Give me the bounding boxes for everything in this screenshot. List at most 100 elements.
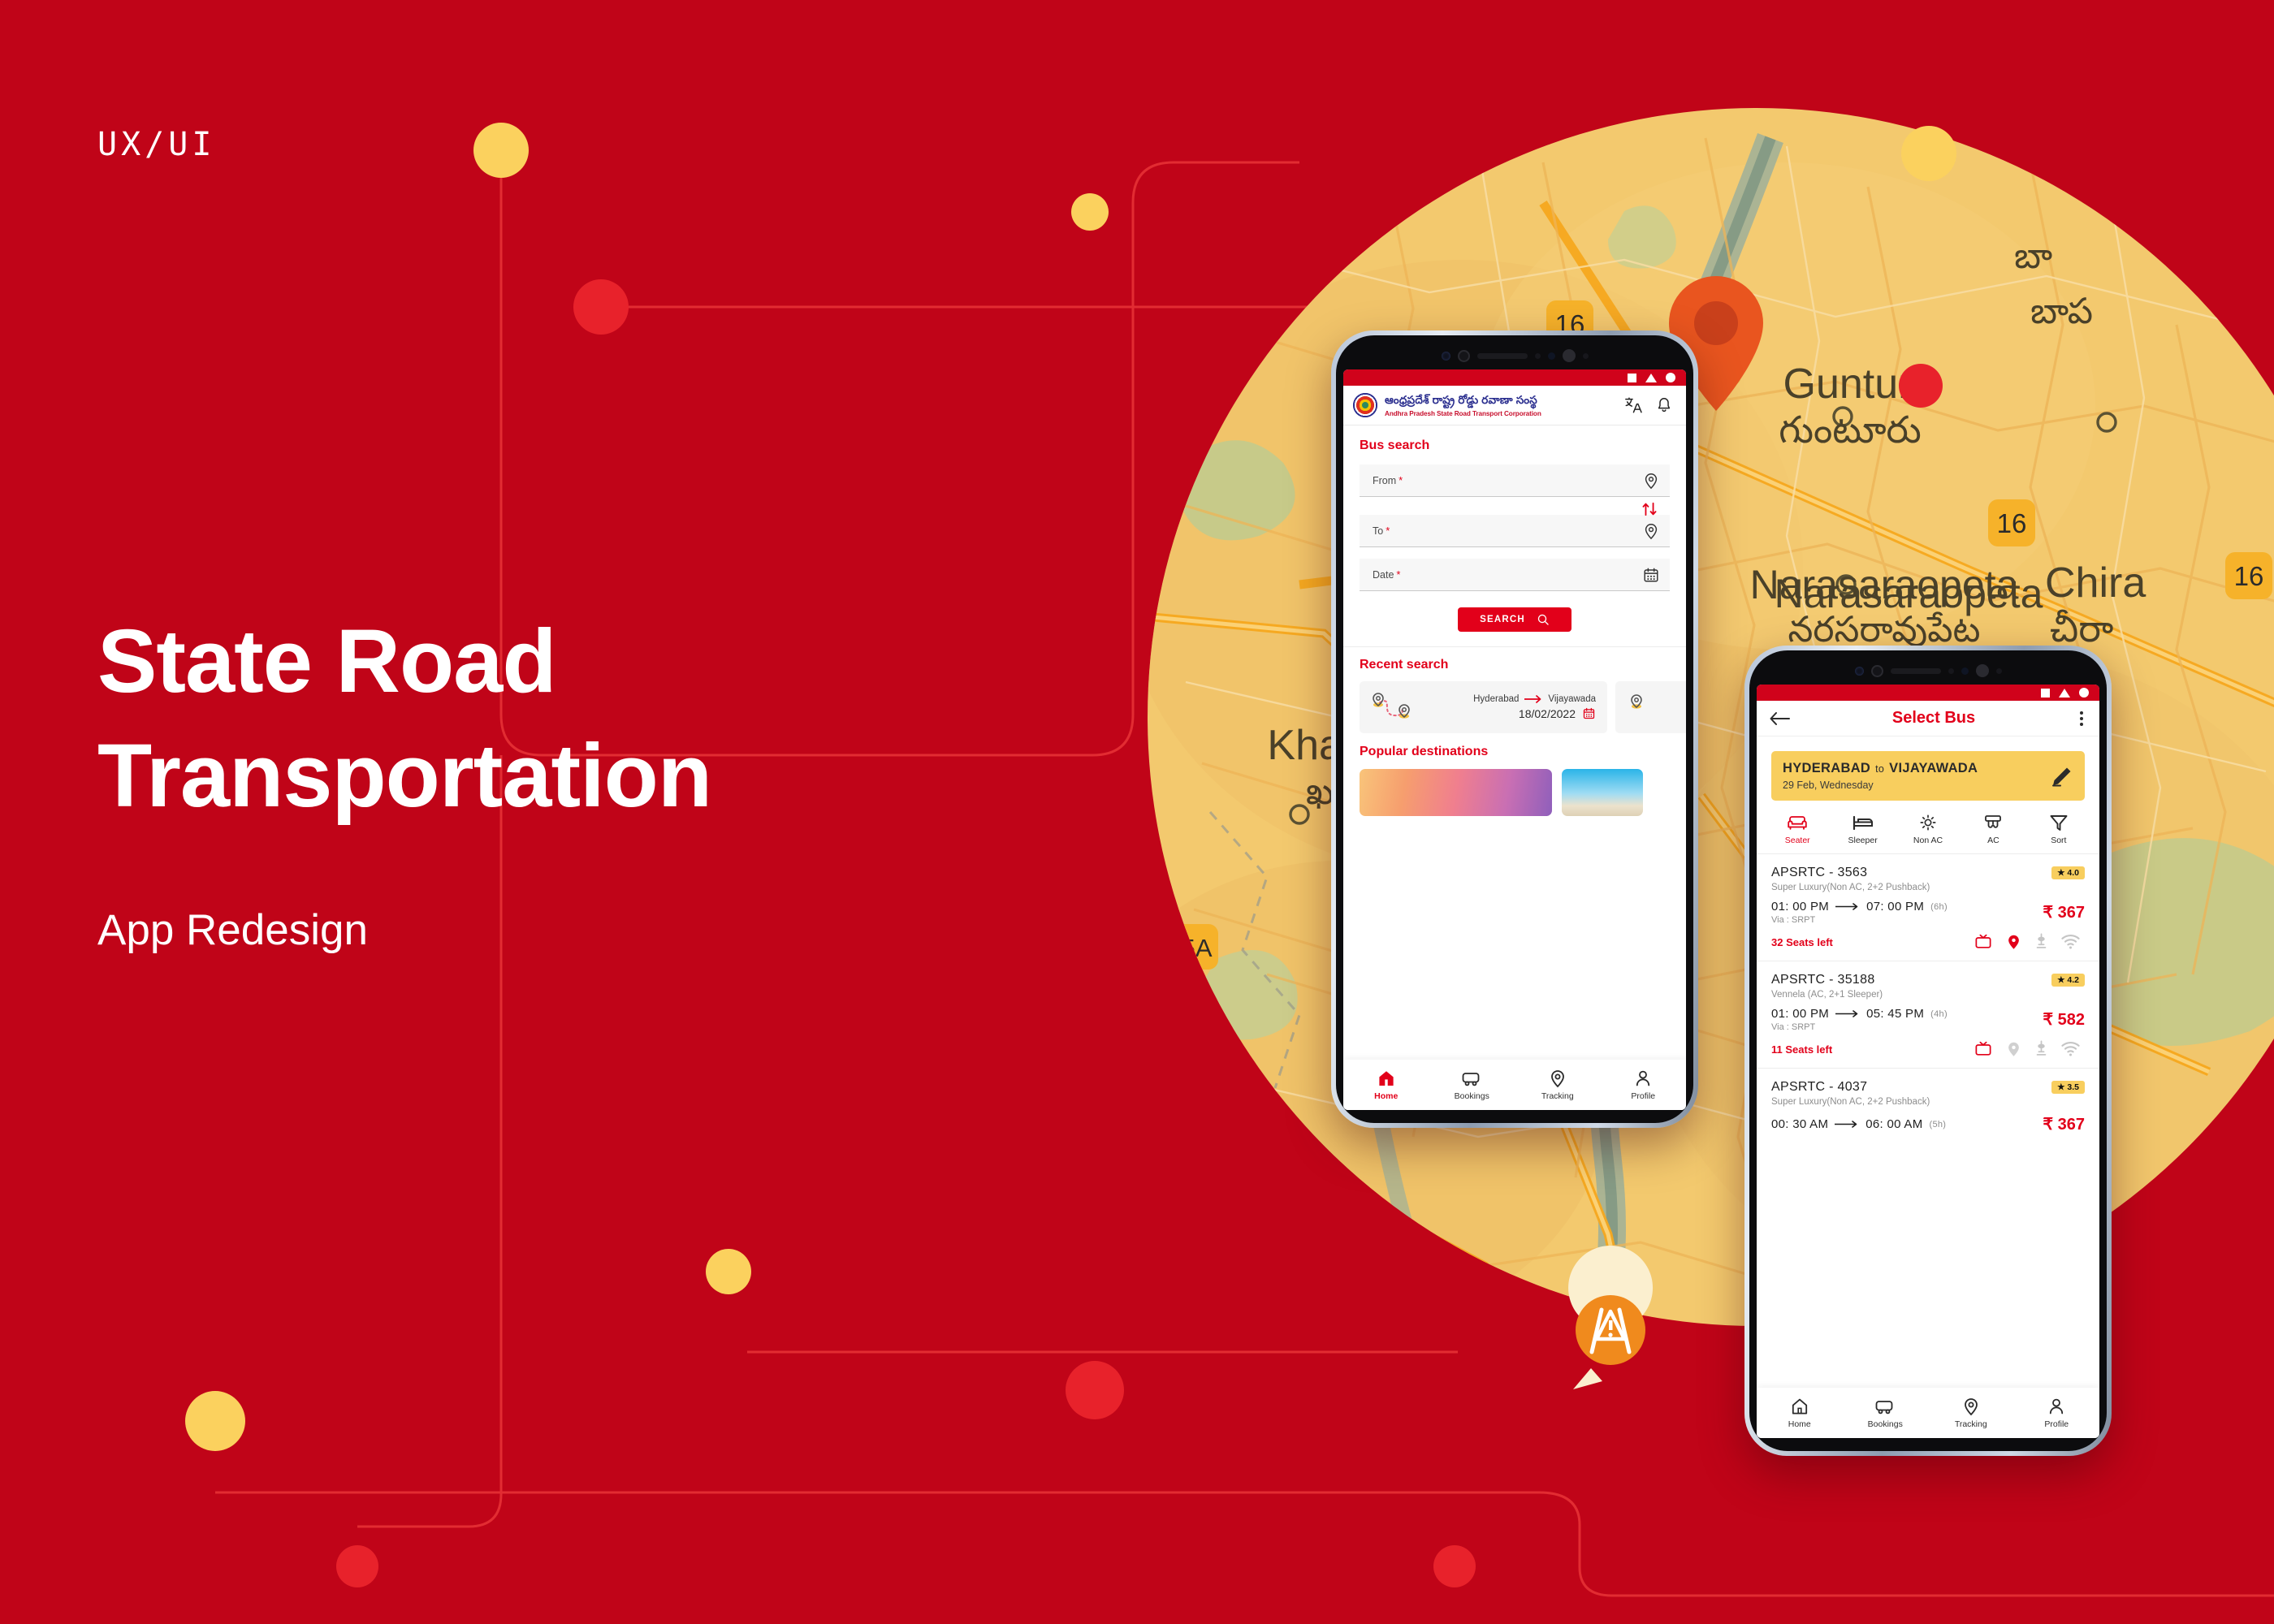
bus-price: ₹ 367 — [2043, 1116, 2085, 1134]
from-field[interactable]: From * — [1360, 464, 1670, 497]
filter-seater[interactable]: Seater — [1765, 814, 1830, 845]
filter-sleeper[interactable]: Sleeper — [1830, 814, 1895, 845]
arrow-right-icon — [1835, 1010, 1858, 1017]
bus-type: Vennela (AC, 2+1 Sleeper) — [1771, 990, 1883, 1000]
bus-name: APSRTC - 4037 — [1771, 1080, 1868, 1094]
filter-sort[interactable]: Sort — [2026, 814, 2091, 845]
via-stop: Via : SRPT — [1771, 1022, 1816, 1032]
recent-search-section: Recent search Hyderabad Vijayawada 18/02… — [1343, 647, 1686, 733]
location-pin-icon[interactable] — [1642, 522, 1660, 540]
to-field[interactable]: To * — [1360, 515, 1670, 547]
bus-result-row[interactable]: APSRTC - 35188 Vennela (AC, 2+1 Sleeper)… — [1757, 961, 2099, 1069]
svg-text:16: 16 — [1997, 508, 2027, 538]
nav-label-profile: Profile — [1631, 1091, 1656, 1101]
filter-label-seater: Seater — [1784, 836, 1810, 845]
location-pin-icon — [1964, 1398, 1978, 1416]
nav-item-profile[interactable]: Profile — [1601, 1069, 1687, 1101]
nav-item-tracking[interactable]: Tracking — [1928, 1397, 2014, 1429]
nav-item-bookings[interactable]: Bookings — [1429, 1069, 1515, 1101]
bus-result-row[interactable]: APSRTC - 4037 Super Luxury(Non AC, 2+2 P… — [1757, 1069, 2099, 1144]
tv-icon — [1975, 934, 1991, 948]
nav-item-tracking[interactable]: Tracking — [1515, 1069, 1601, 1101]
nav-item-profile[interactable]: Profile — [2014, 1397, 2100, 1429]
svg-text:Narasaraopeta: Narasaraopeta — [1775, 571, 2043, 616]
arrow-right-icon — [1524, 695, 1541, 703]
duration: (4h) — [1930, 1009, 1948, 1019]
phone-mockup-select-bus: Select Bus HYDERABAD to VIJAYAWADA 29 Feb,… — [1744, 646, 2112, 1456]
arrow-right-icon — [1835, 1121, 1857, 1128]
map-label-chirala: Chira — [2045, 559, 2146, 607]
status-triangle-icon — [1645, 373, 1657, 382]
person-icon — [1636, 1070, 1650, 1086]
location-pin-icon — [2008, 935, 2019, 949]
nav-label-tracking: Tracking — [1541, 1091, 1574, 1101]
dot-yellow-upper-mid — [1071, 193, 1109, 231]
nav-item-bookings[interactable]: Bookings — [1843, 1397, 1929, 1429]
destination-card-beach[interactable] — [1562, 769, 1643, 816]
nav-label-bookings: Bookings — [1454, 1091, 1489, 1101]
apsrtc-emblem-icon — [1353, 393, 1377, 417]
filter-non-ac[interactable]: Non AC — [1896, 814, 1961, 845]
translate-icon[interactable] — [1624, 396, 1642, 414]
tv-icon — [1975, 1041, 1991, 1056]
destination-card-sunset[interactable] — [1360, 769, 1552, 816]
search-button[interactable]: SEARCH — [1458, 607, 1571, 632]
nav-item-home[interactable]: Home — [1343, 1069, 1429, 1101]
eyebrow-label: UX/UI — [97, 126, 216, 163]
more-vertical-icon[interactable] — [2077, 710, 2086, 728]
dot-red-lower-mid — [1066, 1361, 1124, 1419]
map-roadwork-marker — [1568, 1246, 1654, 1389]
rating-badge: ★ 3.5 — [2051, 1081, 2085, 1094]
filter-label-sort: Sort — [2051, 836, 2067, 845]
calendar-icon[interactable] — [1642, 566, 1660, 584]
dot-yellow-top-left — [473, 123, 529, 178]
filter-label-sleeper: Sleeper — [1848, 836, 1878, 845]
dot-yellow-mid-left — [706, 1249, 751, 1294]
filter-ac[interactable]: AC — [1961, 814, 2025, 845]
status-bar — [1343, 369, 1686, 386]
to-required-mark: * — [1386, 525, 1390, 537]
bus-filter-bar: Seater Sleeper Non AC AC Sort — [1757, 801, 2099, 854]
nav-label-home: Home — [1788, 1419, 1811, 1429]
nav-label-home: Home — [1374, 1091, 1399, 1101]
svg-text:చీరా: చీరా — [2050, 607, 2113, 650]
filter-funnel-icon — [2050, 815, 2068, 831]
bus-price: ₹ 367 — [2043, 904, 2085, 922]
route-path-icon — [1373, 693, 1410, 719]
recent-from: Hyderabad — [1473, 694, 1520, 704]
via-stop: Via : SRPT — [1771, 915, 1816, 925]
calendar-icon — [1583, 707, 1595, 719]
seats-left: 32 Seats left — [1771, 935, 1833, 948]
ac-unit-icon — [1985, 815, 2002, 828]
arrive-time: 06: 00 AM — [1865, 1117, 1923, 1131]
app-header: ఆంధ్రప్రదేశ్ రాష్ట్ర రోడ్డు రవాణా సంస్థ … — [1343, 386, 1686, 425]
date-field[interactable]: Date * — [1360, 559, 1670, 591]
dot-yellow-top-right — [1901, 126, 1956, 181]
route-date: 29 Feb, Wednesday — [1783, 780, 1874, 791]
route-summary-card[interactable]: HYDERABAD to VIJAYAWADA 29 Feb, Wednesday — [1771, 751, 2085, 801]
bus-type: Super Luxury(Non AC, 2+2 Pushback) — [1771, 883, 1930, 892]
duration: (5h) — [1929, 1119, 1947, 1129]
status-square-icon — [1628, 373, 1636, 382]
phone-notch — [1343, 342, 1686, 369]
pencil-icon[interactable] — [2049, 766, 2073, 787]
bus-icon — [1462, 1073, 1480, 1086]
charging-icon — [2036, 1040, 2047, 1056]
arrow-left-icon[interactable] — [1770, 710, 1791, 728]
bus-result-row[interactable]: APSRTC - 3563 Super Luxury(Non AC, 2+2 P… — [1757, 854, 2099, 961]
page-title: State Road Transportation — [97, 605, 712, 834]
page-subtitle: App Redesign — [97, 906, 368, 954]
charging-icon — [2036, 933, 2047, 948]
location-pin-icon[interactable] — [1642, 472, 1660, 490]
status-triangle-icon — [2059, 688, 2070, 698]
phone-notch — [1757, 657, 2099, 685]
recent-search-item[interactable]: Hyderabad Vijayawada 18/02/2022 — [1360, 681, 1607, 733]
bell-icon[interactable] — [1655, 396, 1673, 414]
nav-item-home[interactable]: Home — [1757, 1397, 1843, 1429]
svg-text:16: 16 — [2234, 561, 2264, 591]
recent-search-item[interactable] — [1615, 681, 1686, 733]
swap-vertical-icon[interactable] — [1641, 501, 1658, 517]
status-bar — [1757, 685, 2099, 701]
to-label: To — [1373, 525, 1384, 537]
popular-destinations-section: Popular destinations — [1343, 733, 1686, 816]
